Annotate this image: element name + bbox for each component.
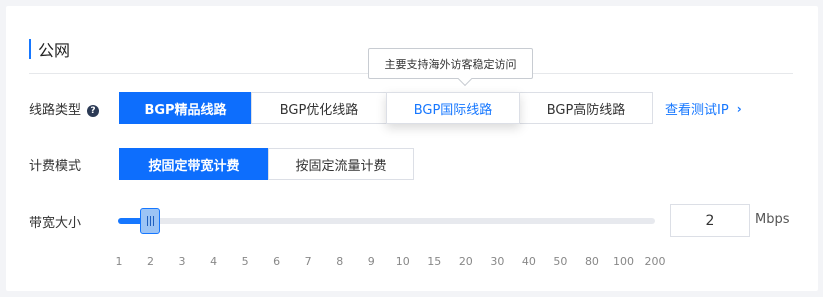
line-type-label-text: 线路类型 — [29, 103, 82, 118]
question-circle-icon[interactable]: ? — [87, 105, 100, 117]
billing-option-fixed-bandwidth[interactable]: 按固定带宽计费 — [119, 148, 269, 180]
view-test-ip-text: 查看测试IP — [665, 103, 729, 118]
tick-label: 6 — [273, 255, 281, 268]
line-option-bgp-optimized[interactable]: BGP优化线路 — [251, 92, 387, 124]
public-network-card: 公网 主要支持海外访客稳定访问 线路类型? BGP精品线路 BGP优化线路 BG… — [6, 6, 818, 291]
tooltip-text: 主要支持海外访客稳定访问 — [384, 57, 517, 71]
tick-label: 9 — [367, 255, 375, 268]
line-option-bgp-ddos[interactable]: BGP高防线路 — [519, 92, 653, 124]
tick-label: 40 — [521, 255, 536, 268]
line-option-bgp-international[interactable]: BGP国际线路 — [386, 92, 520, 124]
view-test-ip-link[interactable]: 查看测试IP › — [665, 99, 742, 119]
bandwidth-slider-handle[interactable] — [140, 208, 160, 234]
tick-label: 4 — [210, 255, 218, 268]
billing-option-fixed-traffic[interactable]: 按固定流量计费 — [268, 148, 414, 180]
grip-icon — [146, 216, 154, 226]
bandwidth-label: 带宽大小 — [29, 216, 82, 231]
tick-label: 5 — [241, 255, 249, 268]
section-title: 公网 — [29, 36, 70, 62]
bandwidth-tick-labels: 1 2 3 4 5 6 7 8 9 10 15 20 30 40 50 80 100 200 — [6, 255, 818, 269]
tick-label: 100 — [612, 255, 634, 268]
tick-label: 80 — [584, 255, 599, 268]
title-accent-bar — [29, 39, 31, 59]
tick-label: 200 — [644, 255, 666, 268]
tick-label: 2 — [147, 255, 155, 268]
bandwidth-unit: Mbps — [755, 212, 790, 227]
tick-label: 1 — [115, 255, 123, 268]
tooltip-arrow — [457, 71, 473, 87]
tick-label: 20 — [458, 255, 473, 268]
billing-label: 计费模式 — [29, 159, 82, 174]
line-type-label: 线路类型? — [29, 99, 100, 118]
bandwidth-slider-track[interactable] — [118, 218, 655, 224]
line-option-bgp-premium[interactable]: BGP精品线路 — [119, 92, 252, 124]
chevron-right-icon: › — [736, 101, 742, 116]
tick-label: 10 — [395, 255, 410, 268]
billing-selector: 按固定带宽计费 按固定流量计费 — [119, 148, 414, 180]
line-type-selector: BGP精品线路 BGP优化线路 BGP国际线路 BGP高防线路 — [119, 92, 653, 124]
tick-label: 30 — [490, 255, 505, 268]
tick-label: 50 — [553, 255, 568, 268]
tick-label: 15 — [427, 255, 442, 268]
section-title-text: 公网 — [38, 41, 71, 60]
tick-label: 7 — [304, 255, 312, 268]
bandwidth-input[interactable] — [670, 204, 750, 237]
tick-label: 8 — [336, 255, 344, 268]
line-tooltip: 主要支持海外访客稳定访问 — [368, 48, 533, 87]
tick-label: 3 — [178, 255, 186, 268]
